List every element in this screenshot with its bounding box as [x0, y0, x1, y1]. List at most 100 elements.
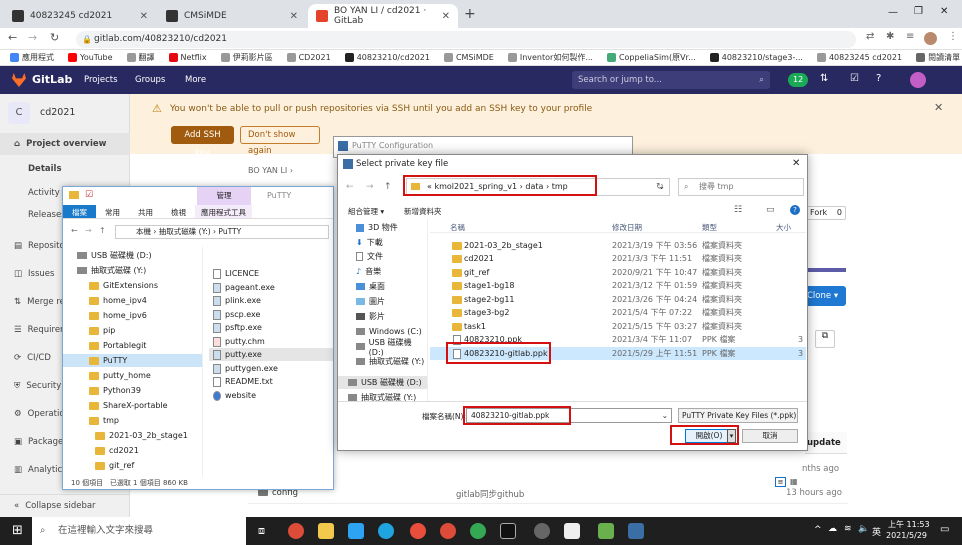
- up-icon[interactable]: ↑: [99, 226, 106, 235]
- chrome-alt-icon[interactable]: [410, 523, 426, 539]
- minimize-icon[interactable]: —: [888, 7, 898, 18]
- file-row[interactable]: git_ref 2020/9/21 下午 10:47 檔案資料夾: [430, 266, 806, 279]
- dialog-search-input[interactable]: ⌕ 搜尋 tmp: [678, 178, 804, 196]
- file-item[interactable]: putty.chm: [209, 335, 333, 348]
- notification-icon[interactable]: ▭: [940, 524, 949, 535]
- volume-icon[interactable]: 🔈: [858, 524, 869, 534]
- file-row[interactable]: task1 2021/5/15 下午 03:27 檔案資料夾: [430, 320, 806, 333]
- tree-item[interactable]: 2021-03_2b_stage1: [63, 429, 202, 442]
- chrome-profile-icon[interactable]: [440, 523, 456, 539]
- store-icon[interactable]: [348, 523, 364, 539]
- tree-item[interactable]: 抽取式磁碟 (Y:): [63, 264, 202, 277]
- project-name[interactable]: cd2021: [40, 107, 75, 118]
- forward-icon[interactable]: →: [85, 226, 92, 235]
- gitlab-search-input[interactable]: Search or jump to... ⌕: [572, 71, 770, 89]
- nav-item[interactable]: ♪ 音樂: [338, 265, 427, 278]
- fork-button[interactable]: Fork 0: [806, 206, 846, 220]
- nav-item[interactable]: USB 磁碟機 (D:): [338, 338, 427, 357]
- table-row[interactable]: config gitlab同步github 13 hours ago: [248, 484, 848, 504]
- file-row[interactable]: cd2021 2021/3/3 下午 11:51 檔案資料夾: [430, 252, 806, 265]
- close-icon[interactable]: ✕: [792, 158, 800, 169]
- sidebar-item-details[interactable]: Details: [0, 158, 130, 180]
- task-view-icon[interactable]: ⧈: [258, 524, 265, 538]
- explorer-path[interactable]: 本機 › 抽取式磁碟 (Y:) › PuTTY: [115, 225, 329, 239]
- nav-item[interactable]: ⬇ 下載: [338, 236, 427, 249]
- window-app-icon[interactable]: [564, 523, 580, 539]
- bookmark[interactable]: CMSiMDE: [443, 53, 494, 62]
- help-icon[interactable]: ?: [876, 73, 881, 84]
- file-item[interactable]: psftp.exe: [209, 321, 333, 334]
- file-row[interactable]: stage3-bg2 2021/5/4 下午 07:22 檔案資料夾: [430, 306, 806, 319]
- nav-item[interactable]: 桌面: [338, 280, 427, 293]
- collapse-sidebar-button[interactable]: « Collapse sidebar: [0, 494, 130, 516]
- preview-pane-icon[interactable]: ▭: [766, 205, 775, 215]
- url-field[interactable]: 🔒 gitlab.com/40823210/cd2021: [76, 31, 856, 48]
- tree-item[interactable]: git_ref: [63, 459, 202, 472]
- extensions-icon[interactable]: ✱: [886, 31, 894, 42]
- gitlab-logo-icon[interactable]: [12, 73, 26, 87]
- tree-item[interactable]: USB 磁碟機 (D:): [63, 249, 202, 262]
- ime-indicator[interactable]: 英: [872, 525, 881, 538]
- clone-button[interactable]: Clone ▾: [805, 286, 846, 306]
- bookmark[interactable]: 應用程式: [10, 52, 54, 63]
- readlist-icon[interactable]: ≡: [906, 31, 914, 42]
- ribbon-tab-file[interactable]: 檔案: [63, 205, 96, 218]
- dont-show-again-button[interactable]: Don't show again: [240, 126, 320, 156]
- forward-icon[interactable]: →: [366, 182, 374, 192]
- ribbon-tab-app-tools[interactable]: 應用程式工具: [195, 205, 252, 218]
- bookmark[interactable]: Inventor如何製作...: [507, 52, 593, 63]
- bookmark[interactable]: Netflix: [168, 53, 207, 62]
- tree-item[interactable]: Portablegit: [63, 339, 202, 352]
- project-avatar[interactable]: C: [8, 102, 30, 124]
- terminal-icon[interactable]: [500, 523, 516, 539]
- file-item[interactable]: README.txt: [209, 375, 333, 388]
- clock-date[interactable]: 2021/5/29: [886, 531, 927, 540]
- putty-config-taskbar-icon[interactable]: [628, 523, 644, 539]
- tree-item[interactable]: home_ipv6: [63, 309, 202, 322]
- maximize-icon[interactable]: ❐: [914, 6, 923, 17]
- file-item-selected[interactable]: putty.exe: [209, 348, 333, 361]
- nav-item[interactable]: 圖片: [338, 295, 427, 308]
- tree-item[interactable]: putty_home: [63, 369, 202, 382]
- bookmark[interactable]: 40823210/stage3-...: [709, 53, 803, 62]
- tree-item[interactable]: home_ipv4: [63, 294, 202, 307]
- network-icon[interactable]: ☁: [828, 524, 837, 534]
- nav-item[interactable]: 抽取式磁碟 (Y:): [338, 355, 427, 368]
- gitlab-brand[interactable]: GitLab: [32, 73, 72, 86]
- tree-item[interactable]: pip: [63, 324, 202, 337]
- ribbon-tab-home[interactable]: 常用: [96, 205, 129, 218]
- cancel-button[interactable]: 取消: [742, 429, 798, 443]
- bookmark[interactable]: 40823210/cd2021: [344, 53, 430, 62]
- nav-more[interactable]: More: [185, 75, 206, 85]
- copy-icon[interactable]: ⧉: [815, 330, 835, 348]
- clock-time[interactable]: 上午 11:53: [888, 519, 930, 530]
- new-tab-icon[interactable]: +: [464, 6, 476, 22]
- file-item[interactable]: plink.exe: [209, 294, 333, 307]
- bookmark[interactable]: 伊莉影片區: [220, 52, 273, 63]
- back-icon[interactable]: ←: [71, 226, 78, 235]
- tab-close-icon[interactable]: ✕: [442, 11, 450, 22]
- todo-icon[interactable]: ☑: [850, 73, 859, 84]
- putty-taskbar-icon[interactable]: [598, 523, 614, 539]
- reading-list[interactable]: 閱讀清單: [916, 52, 962, 63]
- app-icon[interactable]: [470, 523, 486, 539]
- file-item[interactable]: pscp.exe: [209, 308, 333, 321]
- tree-item[interactable]: cd2021: [63, 444, 202, 457]
- app-icon[interactable]: [534, 523, 550, 539]
- back-icon[interactable]: ←: [346, 182, 354, 192]
- file-item[interactable]: pageant.exe: [209, 281, 333, 294]
- add-ssh-key-button[interactable]: Add SSH key: [171, 126, 234, 158]
- filetype-select[interactable]: PuTTY Private Key Files (*.ppk): [678, 408, 798, 423]
- tree-item[interactable]: ShareX-portable: [63, 399, 202, 412]
- file-item[interactable]: website: [209, 389, 333, 402]
- file-item[interactable]: LICENCE: [209, 267, 333, 280]
- nav-item[interactable]: 文件: [338, 250, 427, 263]
- tree-item[interactable]: GitExtensions: [63, 279, 202, 292]
- checkbox-icon[interactable]: ☑: [85, 190, 93, 200]
- ribbon-manage-tab[interactable]: 管理: [197, 187, 251, 205]
- browser-tab[interactable]: CMSiMDE ✕: [158, 4, 306, 28]
- close-window-icon[interactable]: ✕: [940, 6, 948, 17]
- file-explorer-icon[interactable]: [318, 523, 334, 539]
- back-icon[interactable]: ←: [8, 31, 17, 44]
- ribbon-tab-view[interactable]: 檢視: [162, 205, 195, 218]
